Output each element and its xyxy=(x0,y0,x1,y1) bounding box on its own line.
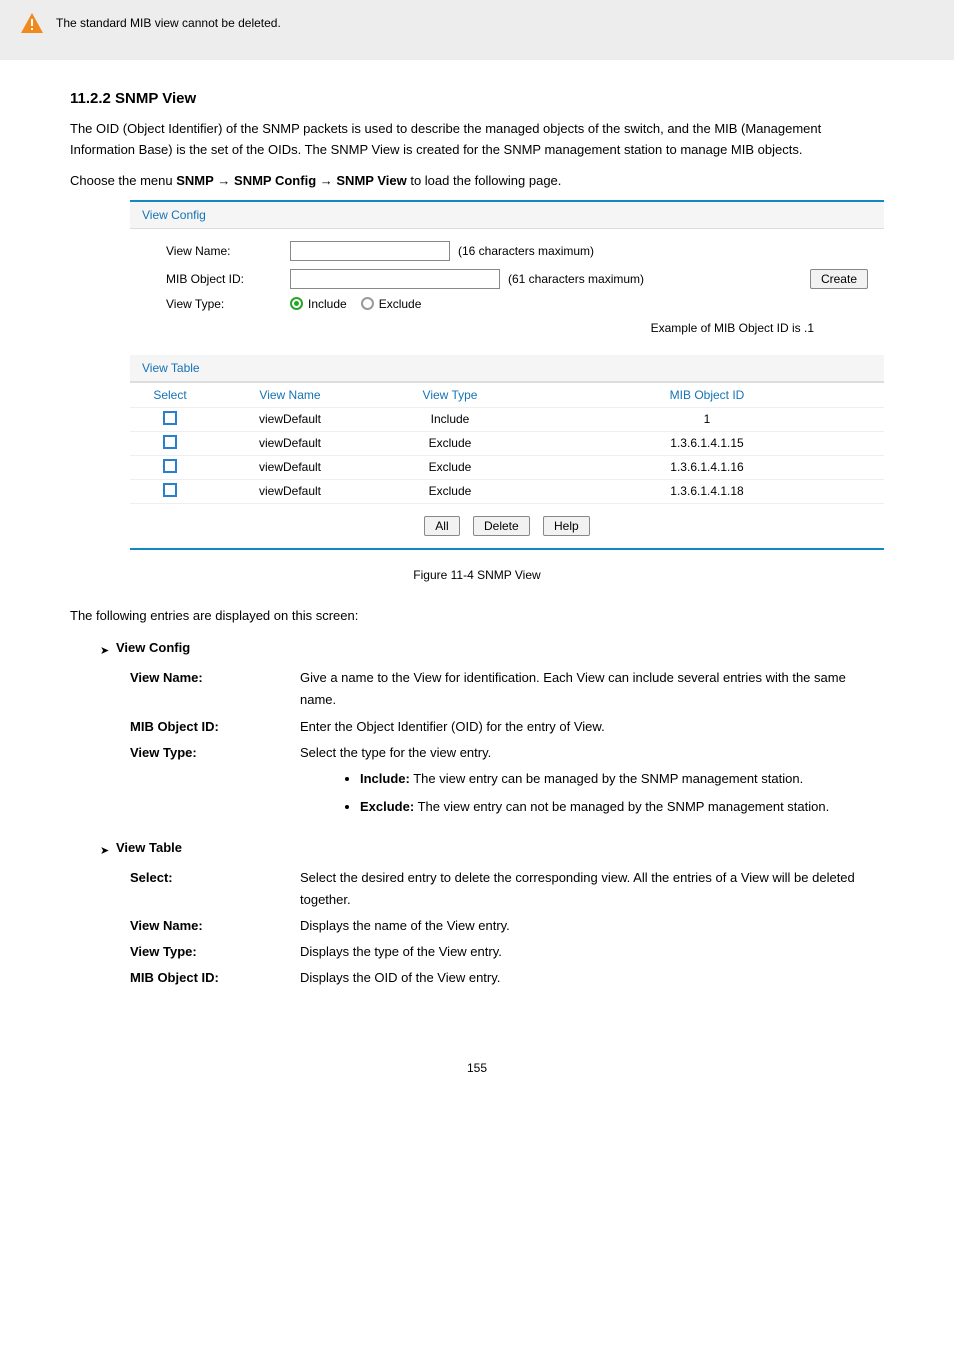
warning-icon xyxy=(20,12,44,34)
explain-intro: The following entries are displayed on t… xyxy=(70,606,884,627)
view-name-input[interactable] xyxy=(290,241,450,261)
arrow-icon: ➤ xyxy=(100,644,116,657)
cell-view-type: Exclude xyxy=(370,433,530,453)
radio-include[interactable]: Include xyxy=(290,297,347,311)
section-heading: 11.2.2 SNMP View xyxy=(70,90,954,107)
val-select: Select the desired entry to delete the c… xyxy=(300,867,884,911)
col-select: Select xyxy=(130,383,210,407)
col-mib-oid: MIB Object ID xyxy=(530,383,884,407)
cell-view-name: viewDefault xyxy=(210,457,370,477)
page-number: 155 xyxy=(0,1061,954,1105)
view-config-title: View Config xyxy=(130,202,884,229)
table-row: viewDefault Include 1 xyxy=(130,408,884,432)
radio-circle-icon xyxy=(361,297,374,310)
hint-view-name: (16 characters maximum) xyxy=(458,244,594,258)
cell-mib-oid: 1.3.6.1.4.1.16 xyxy=(530,457,884,477)
label-view-name: View Name: xyxy=(130,244,290,258)
val-view-type: Select the type for the view entry. xyxy=(300,745,491,760)
cell-view-name: viewDefault xyxy=(210,481,370,501)
key-view-name: View Name: xyxy=(130,667,300,689)
cell-view-name: viewDefault xyxy=(210,433,370,453)
breadcrumb-path1: SNMP xyxy=(176,173,214,188)
label-view-type: View Type: xyxy=(130,297,290,311)
cell-view-name: viewDefault xyxy=(210,409,370,429)
all-button[interactable]: All xyxy=(424,516,459,536)
mib-oid-input[interactable] xyxy=(290,269,500,289)
cell-view-type: Exclude xyxy=(370,457,530,477)
radio-exclude[interactable]: Exclude xyxy=(361,297,422,311)
delete-button[interactable]: Delete xyxy=(473,516,530,536)
row-checkbox[interactable] xyxy=(163,435,177,449)
hint-mib-oid: (61 characters maximum) xyxy=(508,272,644,286)
col-view-type: View Type xyxy=(370,383,530,407)
val-view-name: Give a name to the View for identificati… xyxy=(300,667,884,711)
cell-mib-oid: 1.3.6.1.4.1.18 xyxy=(530,481,884,501)
help-button[interactable]: Help xyxy=(543,516,590,536)
val-t-mib-oid: Displays the OID of the View entry. xyxy=(300,967,884,989)
arrow-icon: ➤ xyxy=(100,844,116,857)
radio-exclude-label: Exclude xyxy=(379,297,422,311)
cell-view-type: Exclude xyxy=(370,481,530,501)
example-oid: Example of MIB Object ID is .1 xyxy=(130,315,884,347)
figure-caption: Figure 11-4 SNMP View xyxy=(0,568,954,582)
breadcrumb-path3: SNMP View xyxy=(336,173,406,188)
row-checkbox[interactable] xyxy=(163,411,177,425)
key-t-view-type: View Type: xyxy=(130,941,300,963)
cell-view-type: Include xyxy=(370,409,530,429)
cell-mib-oid: 1.3.6.1.4.1.15 xyxy=(530,433,884,453)
key-view-type: View Type: xyxy=(130,742,300,764)
snmp-view-panel: View Config View Name: (16 characters ma… xyxy=(130,200,884,550)
val-mib-oid: Enter the Object Identifier (OID) for th… xyxy=(300,716,884,738)
row-checkbox[interactable] xyxy=(163,459,177,473)
col-view-name: View Name xyxy=(210,383,370,407)
radio-include-label: Include xyxy=(308,297,347,311)
breadcrumb-suffix: to load the following page. xyxy=(410,173,561,188)
val-t-view-type: Displays the type of the View entry. xyxy=(300,941,884,963)
note-text: The standard MIB view cannot be deleted. xyxy=(56,12,281,32)
breadcrumb-prefix: Choose the menu xyxy=(70,173,176,188)
table-row: viewDefault Exclude 1.3.6.1.4.1.15 xyxy=(130,432,884,456)
bullet-include: Include: The view entry can be managed b… xyxy=(360,768,884,790)
group-view-table: View Table xyxy=(116,840,182,855)
create-button[interactable]: Create xyxy=(810,269,868,289)
breadcrumb-path2: SNMP Config xyxy=(234,173,316,188)
radio-dot-icon xyxy=(290,297,303,310)
key-select: Select: xyxy=(130,867,300,889)
label-mib-oid: MIB Object ID: xyxy=(130,272,290,286)
row-checkbox[interactable] xyxy=(163,483,177,497)
cell-mib-oid: 1 xyxy=(530,409,884,429)
bullet-exclude: Exclude: The view entry can not be manag… xyxy=(360,796,884,818)
key-t-view-name: View Name: xyxy=(130,915,300,937)
section-intro: The OID (Object Identifier) of the SNMP … xyxy=(70,119,884,161)
val-t-view-name: Displays the name of the View entry. xyxy=(300,915,884,937)
table-row: viewDefault Exclude 1.3.6.1.4.1.16 xyxy=(130,456,884,480)
key-t-mib-oid: MIB Object ID: xyxy=(130,967,300,989)
view-table-title: View Table xyxy=(130,355,884,382)
group-view-config: View Config xyxy=(116,640,190,655)
breadcrumb: Choose the menu SNMP → SNMP Config → SNM… xyxy=(70,173,884,188)
table-row: viewDefault Exclude 1.3.6.1.4.1.18 xyxy=(130,480,884,504)
key-mib-oid: MIB Object ID: xyxy=(130,716,300,738)
